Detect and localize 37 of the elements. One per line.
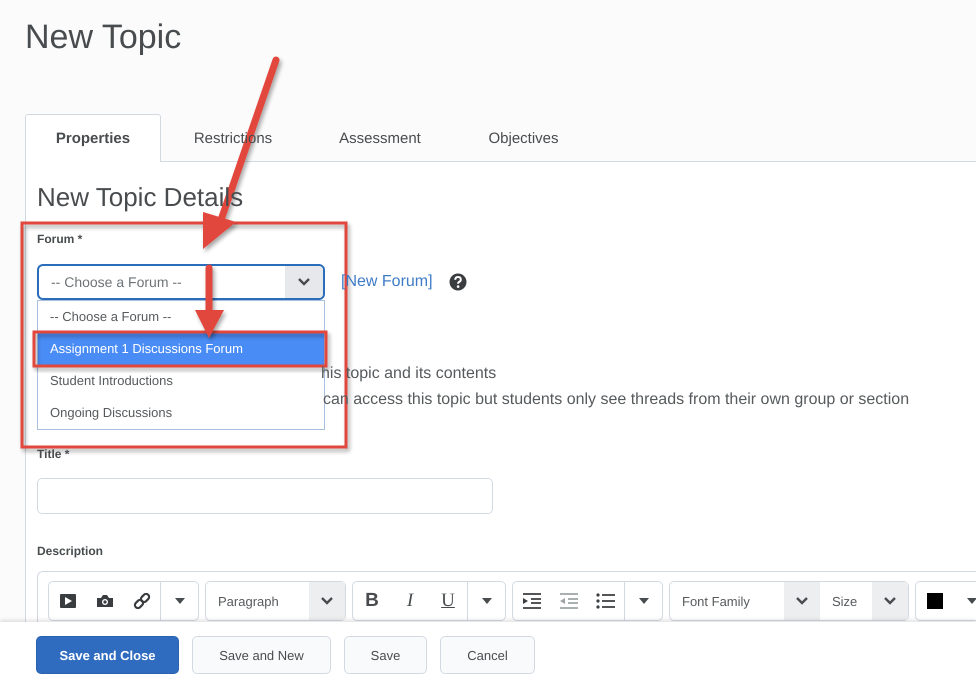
text-style-button[interactable]: U — [429, 582, 467, 620]
chevron-down-icon — [297, 277, 311, 287]
action-button[interactable]: Save and Close — [36, 636, 179, 674]
outdent-icon — [558, 593, 578, 609]
chevron-down-icon — [795, 596, 809, 606]
format-dropdown[interactable]: Font Family — [670, 582, 820, 620]
forum-select[interactable]: -- Choose a Forum -- — [37, 264, 325, 300]
chevron-down-icon — [883, 596, 897, 606]
field-label: Title * — [37, 447, 70, 461]
field-label: Description — [37, 544, 104, 558]
text-style-button[interactable]: B — [353, 582, 391, 620]
bulleted-list-icon — [596, 593, 616, 609]
camera-icon — [96, 594, 114, 608]
dropdown-option[interactable]: -- Choose a Forum -- — [38, 301, 324, 333]
format-dropdown[interactable]: Size — [820, 582, 908, 620]
action-button[interactable]: Save — [344, 636, 427, 674]
text-style-button[interactable]: I — [391, 582, 429, 620]
format-dropdown[interactable]: Paragraph — [206, 582, 345, 620]
color-swatch-icon — [926, 593, 942, 609]
link-icon — [132, 592, 150, 610]
page-title: New Topic — [24, 17, 182, 58]
tab[interactable]: Properties — [25, 114, 161, 162]
tab[interactable]: Assessment — [305, 114, 455, 161]
action-button[interactable]: Cancel — [440, 636, 535, 674]
action-button[interactable]: Save and New — [192, 636, 331, 674]
caret-icon — [480, 597, 492, 605]
indent-icon — [522, 593, 542, 609]
field-label: Forum * — [37, 232, 82, 246]
chevron-down-icon — [320, 596, 334, 606]
help-icon[interactable] — [448, 273, 467, 291]
caret-icon — [174, 597, 186, 605]
play-icon — [58, 593, 76, 609]
dropdown-option[interactable]: Ongoing Discussions — [38, 397, 324, 429]
caret-icon — [966, 597, 976, 605]
tab[interactable]: Objectives — [455, 114, 592, 161]
caret-icon — [638, 597, 650, 605]
title-field[interactable] — [37, 478, 493, 514]
